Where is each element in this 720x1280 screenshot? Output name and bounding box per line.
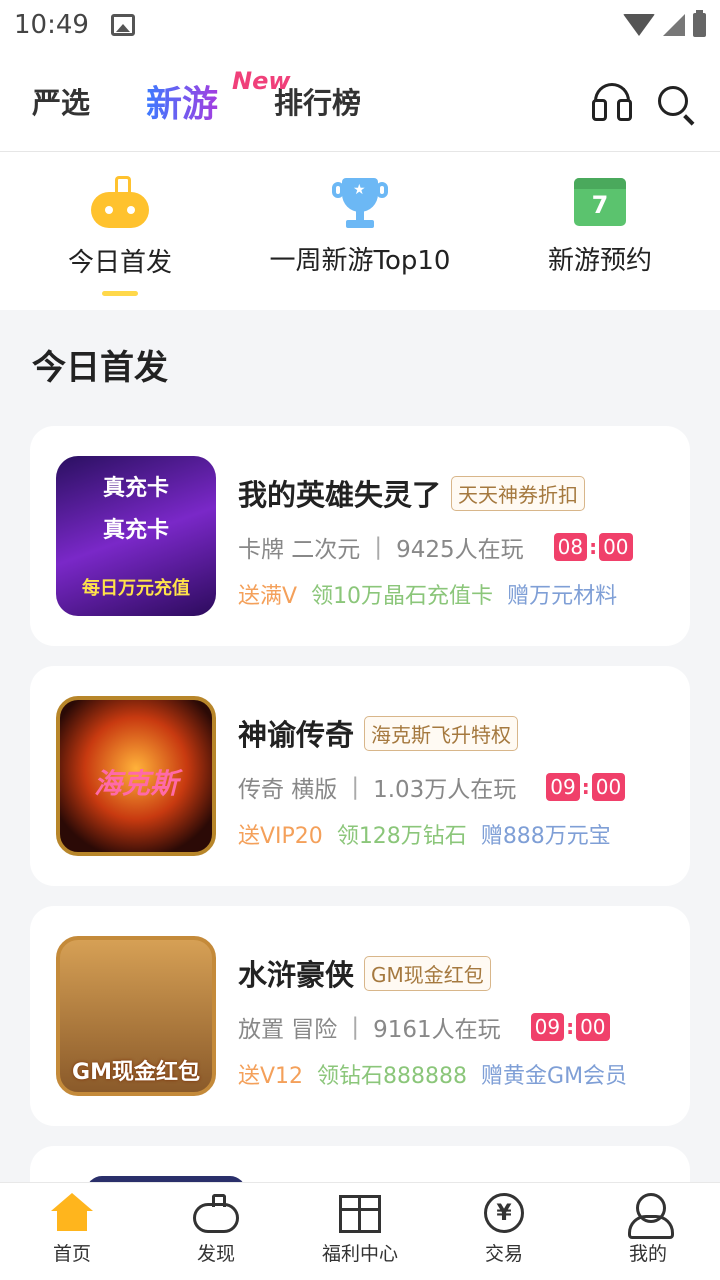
bottom-nav-welfare[interactable]: 福利中心: [288, 1183, 432, 1280]
game-tag: 海克斯飞升特权: [364, 715, 519, 751]
sub-nav: 今日首发 一周新游Top10 7 新游预约: [0, 152, 720, 310]
launch-time: 09:00: [530, 1013, 610, 1041]
game-genre: 卡牌 二次元: [238, 537, 361, 563]
bottom-nav-label: 首页: [52, 1243, 91, 1265]
game-tag: GM现金红包: [364, 955, 491, 991]
bottom-nav-label: 交易: [484, 1243, 523, 1265]
game-thumbnail: 海克斯: [56, 696, 216, 856]
subnav-today-launch[interactable]: 今日首发: [0, 152, 240, 310]
subnav-label: 一周新游Top10: [269, 246, 451, 276]
bottom-nav: 首页 发现 福利中心 ¥ 交易 我的: [0, 1182, 720, 1280]
tab-xinyou[interactable]: 新游 New: [146, 67, 291, 127]
yen-icon: ¥: [484, 1193, 524, 1233]
gamepad-icon: [91, 176, 149, 228]
bottom-nav-label: 福利中心: [321, 1243, 398, 1265]
perk-gift: 赠万元材料: [507, 584, 618, 609]
subnav-label: 新游预约: [547, 246, 652, 276]
launch-time: 08:00: [553, 533, 633, 561]
home-icon: [51, 1193, 93, 1233]
game-genre: 传奇 横版: [238, 777, 338, 803]
game-players: 9425人在玩: [396, 537, 524, 563]
game-card[interactable]: 海克斯 神谕传奇 海克斯飞升特权 传奇 横版 | 1.03万人在玩 09:00 …: [30, 666, 690, 886]
game-name: 神谕传奇: [238, 718, 355, 752]
bottom-nav-label: 发现: [196, 1243, 235, 1265]
bottom-nav-discover[interactable]: 发现: [144, 1183, 288, 1280]
game-genre: 放置 冒险: [238, 1017, 338, 1043]
perk-gift: 赠888万元宝: [480, 824, 611, 849]
game-name: 我的英雄失灵了: [238, 478, 442, 512]
user-icon: [628, 1193, 674, 1239]
perk-vip: 送满V: [238, 584, 298, 609]
launch-time: 09:00: [546, 773, 626, 801]
gamepad-icon: [193, 1194, 239, 1233]
subnav-label: 今日首发: [67, 248, 172, 278]
status-icons: [623, 10, 706, 37]
game-thumbnail: GM现金红包: [56, 936, 216, 1096]
game-players: 9161人在玩: [373, 1017, 501, 1043]
trophy-icon: [332, 178, 388, 228]
bottom-nav-label: 我的: [628, 1243, 667, 1265]
game-thumbnail: 真充卡 真充卡 每日万元充值: [56, 456, 216, 616]
bottom-nav-home[interactable]: 首页: [0, 1183, 144, 1280]
subnav-weekly-top10[interactable]: 一周新游Top10: [240, 152, 480, 310]
tab-xinyou-label: 新游: [146, 83, 219, 125]
tab-yanxuan[interactable]: 严选: [32, 80, 90, 122]
battery-icon: [693, 10, 706, 37]
signal-icon: [663, 14, 685, 36]
game-card[interactable]: 真充卡 真充卡 每日万元充值 我的英雄失灵了 天天神券折扣 卡牌 二次元 | 9…: [30, 426, 690, 646]
status-bar: 10:49: [0, 0, 720, 50]
active-indicator: [102, 291, 138, 296]
search-icon[interactable]: [658, 85, 688, 116]
gift-icon: [339, 1195, 381, 1233]
game-name: 水浒豪侠: [238, 958, 355, 992]
headset-icon[interactable]: [592, 82, 632, 121]
wifi-icon: [623, 14, 655, 36]
top-nav: 严选 新游 New 排行榜: [0, 50, 720, 152]
game-card[interactable]: GM现金红包 水浒豪侠 GM现金红包 放置 冒险 | 9161人在玩 09:00…: [30, 906, 690, 1126]
perk-vip: 送V12: [238, 1064, 304, 1089]
calendar-icon: 7: [574, 178, 626, 226]
bottom-nav-me[interactable]: 我的: [576, 1183, 720, 1280]
bottom-nav-trade[interactable]: ¥ 交易: [432, 1183, 576, 1280]
game-players: 1.03万人在玩: [373, 777, 517, 803]
subnav-reservation[interactable]: 7 新游预约: [480, 152, 720, 310]
perk-claim: 领钻石888888: [317, 1064, 468, 1089]
status-time: 10:49: [14, 10, 89, 40]
perk-claim: 领128万钻石: [336, 824, 467, 849]
section-title: 今日首发: [32, 348, 168, 388]
image-notification-icon: [110, 14, 135, 36]
new-badge: New: [232, 66, 291, 95]
perk-claim: 领10万晶石充值卡: [311, 584, 494, 609]
perk-vip: 送VIP20: [238, 824, 323, 849]
game-tag: 天天神券折扣: [451, 475, 586, 511]
perk-gift: 赠黄金GM会员: [481, 1064, 628, 1089]
